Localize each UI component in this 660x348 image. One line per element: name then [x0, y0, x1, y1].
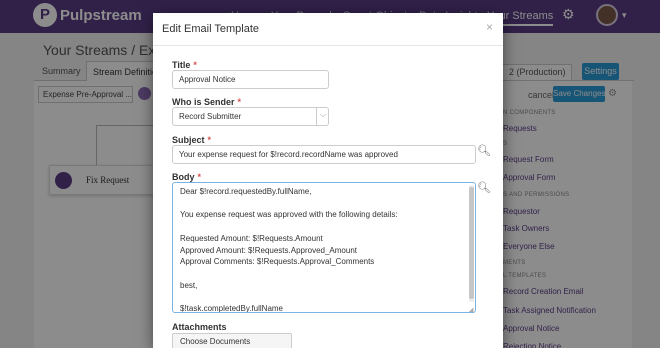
search-icon[interactable]: 🔍︎ [477, 144, 491, 157]
select-divider [316, 108, 317, 125]
sender-value: Record Submitter [179, 112, 242, 121]
title-label: Title * [172, 60, 197, 70]
body-line: Dear $!record.requestedBy.fullName, [180, 187, 312, 196]
body-line: Approved Amount: $!Requests.Approved_Amo… [180, 245, 357, 255]
sender-label: Who is Sender * [172, 97, 242, 107]
body-line: You expense request was approved with th… [180, 210, 398, 220]
body-line: best, [180, 280, 198, 290]
resize-grip-icon[interactable]: ◢ [468, 306, 473, 312]
body-textarea[interactable]: Dear $!record.requestedBy.fullName, You e… [172, 182, 476, 313]
title-input[interactable]: Approval Notice [172, 70, 329, 89]
modal-header: Edit Email Template × [153, 13, 503, 46]
search-icon[interactable]: 🔍︎ [477, 181, 491, 194]
modal-title: Edit Email Template [162, 23, 260, 35]
scrollbar-thumb[interactable] [469, 187, 474, 299]
attachments-label: Attachments [172, 322, 227, 332]
subject-input[interactable]: Your expense request for $!record.record… [172, 145, 476, 164]
body-label: Body * [172, 172, 202, 182]
subject-label: Subject * [172, 135, 212, 145]
body-line: Approval Comments: $!Requests.Approval_C… [180, 257, 375, 267]
body-line: Requested Amount: $!Requests.Amount [180, 233, 323, 243]
chevron-down-icon: ⌵ [320, 110, 327, 119]
sender-select[interactable]: Record Submitter ⌵ [172, 107, 329, 126]
body-line: $!task.completedBy.fullName [180, 304, 284, 313]
close-icon[interactable]: × [486, 20, 493, 34]
choose-documents-button[interactable]: Choose Documents [172, 333, 292, 348]
